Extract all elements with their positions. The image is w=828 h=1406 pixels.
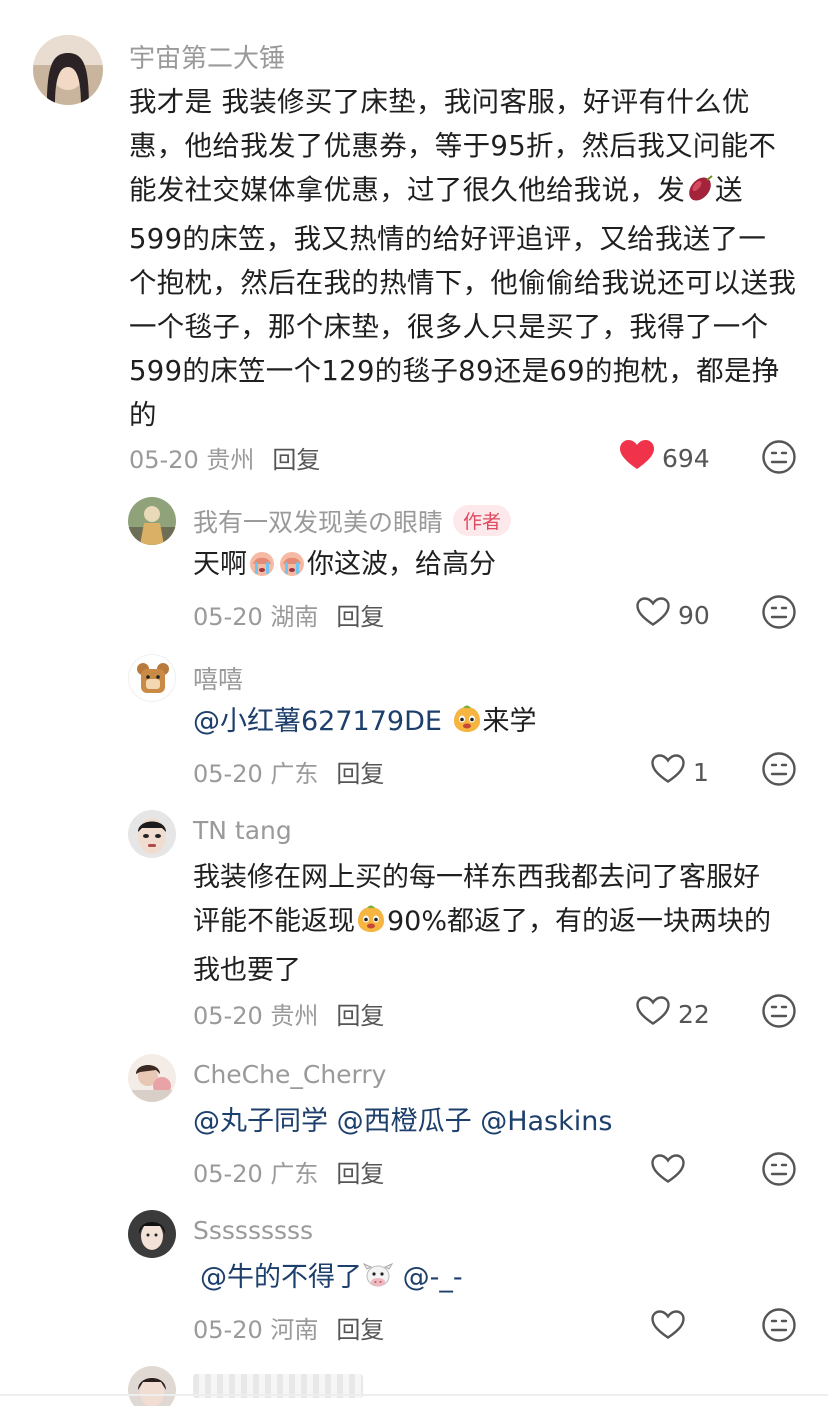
comment-meta: 05-20 河南 回复 [193, 1316, 385, 1344]
meh-face-icon[interactable] [762, 1308, 796, 1342]
heart-outline-icon [651, 754, 685, 790]
meh-face-icon[interactable] [762, 440, 796, 474]
reply-button[interactable]: 回复 [336, 760, 384, 788]
reply-button[interactable]: 回复 [336, 1160, 384, 1188]
like-button[interactable]: 22 [636, 996, 710, 1032]
mention-link[interactable]: @西橙瓜子 [337, 1106, 472, 1137]
crying-emoji-icon [247, 548, 277, 592]
comment-username[interactable]: 嘻嘻 [193, 660, 243, 696]
cow-emoji-icon [362, 1259, 394, 1305]
avatar[interactable] [128, 1210, 176, 1258]
reply-item: CheChe_Cherry @丸子同学 @西橙瓜子 @Haskins 05-20… [0, 1052, 828, 1202]
reply-item-partial [0, 1364, 828, 1406]
reply-item: 我有一双发现美の眼睛 作者 天啊 你这波，给高分 05-20 湖南 回复 90 [0, 495, 828, 645]
mention-link[interactable]: @丸子同学 [193, 1106, 328, 1137]
meh-face-icon[interactable] [762, 1152, 796, 1186]
heart-outline-icon [636, 996, 670, 1032]
smile-emoji-icon [355, 903, 387, 949]
meh-face-icon[interactable] [762, 595, 796, 629]
comment-text: 天啊 你这波，给高分 [193, 543, 793, 592]
comment-username[interactable]: 我有一双发现美の眼睛 作者 [193, 503, 512, 539]
avatar[interactable] [128, 654, 176, 702]
like-count: 90 [678, 600, 710, 630]
comment-meta: 05-20 贵州 回复 [129, 446, 321, 474]
heart-outline-icon [636, 597, 670, 633]
like-button[interactable] [651, 1154, 685, 1190]
heart-filled-icon [620, 440, 654, 476]
like-count: 1 [693, 757, 709, 787]
avatar[interactable] [33, 35, 103, 105]
comment-username[interactable]: TN tang [193, 816, 292, 845]
reply-button[interactable]: 回复 [336, 603, 384, 631]
divider [0, 1394, 828, 1396]
like-count: 694 [662, 443, 710, 473]
avatar[interactable] [128, 1366, 176, 1406]
comment-text: 我装修在网上买的每一样东西我都去问了客服好 评能不能返现 90%都返了，有的返一块… [193, 862, 772, 986]
smile-emoji-icon [451, 703, 483, 749]
reply-button[interactable]: 回复 [336, 1316, 384, 1344]
comment-username[interactable]: Sssssssss [193, 1216, 313, 1245]
comment-text: @丸子同学 @西橙瓜子 @Haskins [193, 1100, 793, 1144]
like-button[interactable]: 90 [636, 597, 710, 633]
author-badge: 作者 [453, 505, 512, 536]
heart-outline-icon [651, 1154, 685, 1190]
like-button[interactable]: 1 [651, 754, 709, 790]
sweet-potato-emoji-icon [685, 173, 715, 217]
comment-text: 我才是 我装修买了床垫，我问客服，好评有什么优 惠，他给我发了优惠券，等于95折… [129, 86, 797, 431]
reply-button[interactable]: 回复 [336, 1002, 384, 1030]
avatar[interactable] [128, 497, 176, 545]
mention-link[interactable]: @牛的不得了 [200, 1262, 362, 1293]
reply-item: TN tang 我装修在网上买的每一样东西我都去问了客服好 评能不能返现 90%都… [0, 808, 828, 1043]
comment-meta: 05-20 广东 回复 [193, 1160, 385, 1188]
comment-text: @小红薯627179DE 来学 [193, 700, 793, 749]
reply-item: 嘻嘻 @小红薯627179DE 来学 05-20 广东 回复 1 [0, 652, 828, 802]
mention-link[interactable]: @Haskins [480, 1106, 612, 1137]
comment-meta: 05-20 广东 回复 [193, 760, 385, 788]
comment-username[interactable]: CheChe_Cherry [193, 1060, 386, 1089]
comment-meta: 05-20 贵州 回复 [193, 1002, 385, 1030]
comment-meta: 05-20 湖南 回复 [193, 603, 385, 631]
avatar[interactable] [128, 1054, 176, 1102]
comment-username[interactable]: 宇宙第二大锤 [129, 38, 285, 75]
comment-text: @牛的不得了 @-_- [200, 1256, 800, 1305]
mention-link[interactable]: @-_- [403, 1262, 463, 1293]
reply-item: Sssssssss @牛的不得了 @-_- 05-20 河南 回复 [0, 1208, 828, 1358]
mention-link[interactable]: @小红薯627179DE [193, 706, 442, 737]
meh-face-icon[interactable] [762, 994, 796, 1028]
heart-outline-icon [651, 1310, 685, 1346]
comment-item: 宇宙第二大锤 我才是 我装修买了床垫，我问客服，好评有什么优 惠，他给我发了优惠… [0, 0, 828, 490]
like-button[interactable]: 694 [620, 440, 710, 476]
avatar[interactable] [128, 810, 176, 858]
like-button[interactable] [651, 1310, 685, 1346]
crying-emoji-icon [277, 548, 307, 592]
reply-button[interactable]: 回复 [272, 446, 320, 474]
meh-face-icon[interactable] [762, 752, 796, 786]
like-count: 22 [678, 999, 710, 1029]
